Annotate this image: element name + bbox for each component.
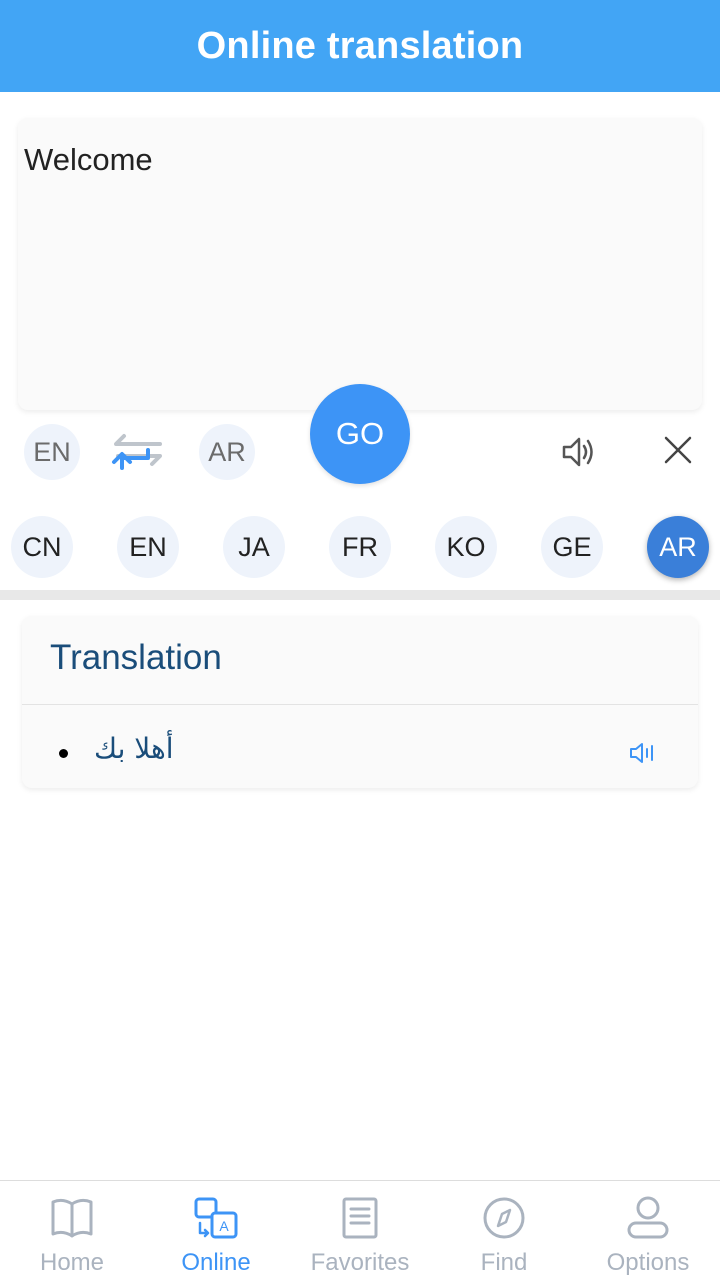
svg-text:A: A [219, 1218, 229, 1234]
clear-input-button[interactable] [654, 426, 702, 474]
language-chip-ko[interactable]: KO [435, 516, 497, 578]
input-text: Welcome [24, 142, 153, 177]
nav-find[interactable]: Find [432, 1181, 576, 1280]
target-language-button[interactable]: AR [199, 424, 255, 480]
list-bullet [59, 749, 68, 758]
speak-translation-button[interactable] [626, 738, 662, 768]
language-chip-ja[interactable]: JA [223, 516, 285, 578]
translation-result-card: Translation أهلا بك [22, 616, 698, 788]
language-chip-fr[interactable]: FR [329, 516, 391, 578]
translation-text[interactable]: أهلا بك [94, 732, 174, 765]
nav-online[interactable]: A Online [144, 1181, 288, 1280]
document-icon [335, 1193, 385, 1243]
source-language-button[interactable]: EN [24, 424, 80, 480]
input-text-area[interactable]: Welcome [18, 118, 702, 410]
book-icon [47, 1193, 97, 1243]
section-divider [0, 590, 720, 600]
go-button[interactable]: GO [310, 384, 410, 484]
nav-favorites[interactable]: Favorites [288, 1181, 432, 1280]
nav-home-label: Home [39, 1249, 105, 1276]
bottom-navigation: Home A Online Favorites Find Options [0, 1180, 720, 1280]
language-chip-en[interactable]: EN [117, 516, 179, 578]
speak-input-button[interactable] [552, 426, 604, 478]
page-title: Online translation [196, 24, 524, 67]
nav-online-label: Online [181, 1249, 251, 1276]
nav-home[interactable]: Home [0, 1181, 144, 1280]
language-chip-ar[interactable]: AR [647, 516, 709, 578]
translation-title: Translation [50, 638, 222, 677]
language-chip-ge[interactable]: GE [541, 516, 603, 578]
nav-find-label: Find [480, 1249, 528, 1276]
nav-options[interactable]: Options [576, 1181, 720, 1280]
close-icon [664, 436, 692, 464]
translate-icon: A [191, 1193, 241, 1243]
app-screen: Online translation Welcome EN AR GO CN E… [0, 0, 720, 1280]
compass-icon [479, 1193, 529, 1243]
app-header: Online translation [0, 0, 720, 92]
speaker-icon [630, 743, 653, 763]
nav-options-label: Options [606, 1249, 690, 1276]
user-icon [623, 1193, 673, 1243]
nav-favorites-label: Favorites [310, 1249, 410, 1276]
swap-icon [112, 434, 162, 470]
language-chip-cn[interactable]: CN [11, 516, 73, 578]
speaker-icon [562, 437, 593, 467]
result-divider [22, 704, 698, 705]
swap-languages-button[interactable] [106, 428, 170, 476]
